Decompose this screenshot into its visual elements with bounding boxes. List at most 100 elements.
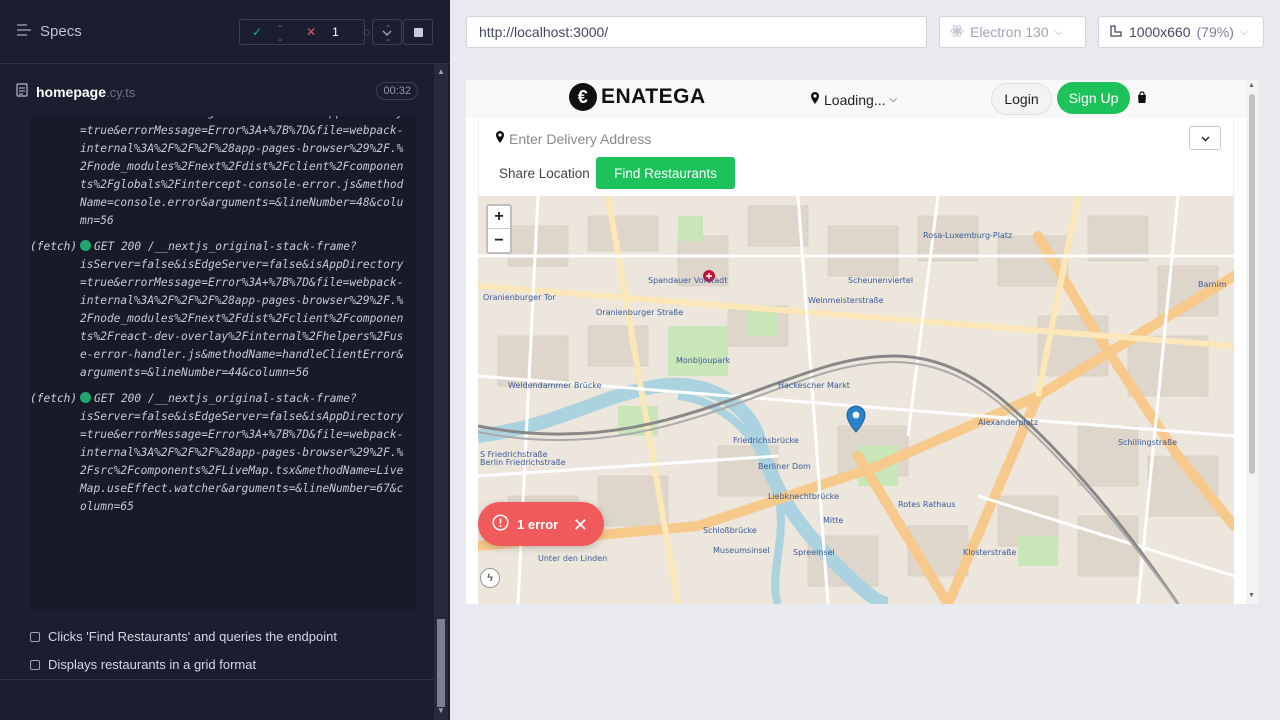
map-label: Spandauer Vorstadt bbox=[648, 276, 728, 285]
brand-name: ENATEGA bbox=[601, 85, 706, 108]
map-label: Hackescher Markt bbox=[778, 381, 850, 390]
map-label: Museumsinsel bbox=[713, 546, 770, 555]
pin-icon bbox=[495, 130, 505, 147]
log-entry[interactable]: isServer=false&isEdgeServer=false&isAppD… bbox=[80, 116, 410, 230]
app-scrollbar[interactable]: ▲ ▼ bbox=[1246, 80, 1258, 604]
specs-title: Specs bbox=[40, 23, 82, 40]
runner-scrollbar[interactable]: ▲ ▼ bbox=[434, 64, 448, 720]
chevron-down-icon bbox=[382, 23, 392, 41]
map-label: Liebknechtbrücke bbox=[768, 492, 840, 501]
test-title: Clicks 'Find Restaurants' and queries th… bbox=[48, 629, 337, 644]
error-badge[interactable]: 1 error ✕ bbox=[478, 502, 604, 546]
find-restaurants-button[interactable]: Find Restaurants bbox=[596, 157, 735, 189]
menu-icon bbox=[16, 23, 32, 41]
map-label: Monbijoupark bbox=[676, 356, 731, 365]
map-label: Weidendammer Brücke bbox=[508, 381, 602, 390]
ruler-icon bbox=[1109, 24, 1123, 41]
map-label: Spreeinsel bbox=[793, 548, 835, 557]
scroll-up-icon[interactable]: ▲ bbox=[436, 67, 446, 77]
specs-toggle[interactable]: Specs bbox=[16, 23, 82, 41]
failed-count: ✕ 1 bbox=[294, 25, 351, 39]
test-item[interactable]: Displays restaurants in a grid format bbox=[30, 657, 256, 672]
viewport-selector[interactable]: 1000x660 (79%) ⌵ bbox=[1098, 16, 1264, 48]
status-dot-icon bbox=[80, 392, 91, 403]
divider bbox=[0, 679, 434, 680]
map-label: Mitte bbox=[823, 516, 844, 525]
login-button[interactable]: Login bbox=[991, 83, 1052, 115]
map-label: Alexanderplatz bbox=[978, 418, 1039, 427]
x-icon: ✕ bbox=[306, 25, 317, 39]
runner-panel: Specs ✓-- ✕1 ◌-- homepage .cy.ts 00:32 i… bbox=[0, 0, 450, 720]
scroll-up-icon[interactable]: ▲ bbox=[1248, 82, 1255, 89]
location-selector[interactable]: Loading... ⌵ bbox=[810, 91, 897, 108]
map-label: Klosterstraße bbox=[963, 548, 1017, 557]
test-item[interactable]: Clicks 'Find Restaurants' and queries th… bbox=[30, 629, 337, 644]
scroll-thumb[interactable] bbox=[1249, 94, 1255, 474]
signup-button[interactable]: Sign Up bbox=[1057, 82, 1130, 114]
command-log: isServer=false&isEdgeServer=false&isAppD… bbox=[30, 116, 416, 610]
chevron-down-icon: ⌵ bbox=[889, 94, 898, 105]
test-title: Displays restaurants in a grid format bbox=[48, 657, 257, 672]
spec-duration: 00:32 bbox=[376, 82, 418, 100]
document-icon bbox=[16, 82, 28, 102]
address-dropdown[interactable] bbox=[1189, 126, 1221, 150]
log-entry[interactable]: (fetch) GET 200 /__nextjs_original-stack-… bbox=[30, 238, 410, 382]
expand-button[interactable] bbox=[372, 19, 402, 45]
delivery-search: Enter Delivery Address Share Location Fi… bbox=[478, 118, 1234, 196]
command-log-list: isServer=false&isEdgeServer=false&isAppD… bbox=[30, 116, 416, 524]
chevron-down-icon: ⌵ bbox=[1239, 26, 1248, 38]
zoom-out-button[interactable]: − bbox=[488, 229, 510, 252]
passed-count: ✓ -- bbox=[240, 18, 294, 46]
map-label: Scheunenviertel bbox=[848, 276, 914, 285]
log-entry-tag: (fetch) bbox=[30, 392, 78, 405]
log-entry-head: (fetch) GET 200 /__nextjs_original-stack-… bbox=[30, 238, 410, 256]
error-count: 1 error bbox=[517, 516, 559, 532]
nextjs-devtools-icon[interactable]: ϟ bbox=[480, 568, 500, 588]
map-label: Rotes Rathaus bbox=[898, 500, 956, 509]
map-label: Schloßbrücke bbox=[703, 526, 757, 535]
browser-selector[interactable]: Electron 130 ⌵ bbox=[939, 16, 1086, 48]
address-input[interactable]: Enter Delivery Address bbox=[495, 130, 651, 147]
zoom-control: + − bbox=[486, 204, 512, 254]
zoom-in-button[interactable]: + bbox=[488, 206, 510, 229]
checkbox-icon bbox=[30, 659, 40, 670]
map-label: Schillingstraße bbox=[1118, 438, 1178, 447]
alert-circle-icon bbox=[492, 514, 509, 534]
aut-panel: http://localhost:3000/ Electron 130 ⌵ 10… bbox=[450, 0, 1280, 720]
spec-file-name: homepage bbox=[36, 84, 107, 100]
map-label: Berlin Friedrichstraße bbox=[480, 458, 566, 467]
app-navbar: € ENATEGA Loading... ⌵ Login Sign Up bbox=[466, 80, 1246, 118]
log-entry-request: GET 200 /__nextjs_original-stack-frame? bbox=[94, 392, 357, 405]
cart-icon[interactable] bbox=[1136, 91, 1150, 105]
share-location-button[interactable]: Share Location bbox=[499, 166, 590, 181]
check-icon: ✓ bbox=[252, 25, 263, 39]
log-entry-request: GET 200 /__nextjs_original-stack-frame? bbox=[94, 240, 357, 253]
live-map[interactable]: Oranienburger Tor Oranienburger Straße Spa… bbox=[478, 196, 1234, 604]
log-entry-url: isServer=false&isEdgeServer=false&isAppD… bbox=[80, 410, 404, 513]
zoom-level: (79%) bbox=[1196, 24, 1234, 40]
map-label: Berliner Dom bbox=[758, 462, 811, 471]
test-stats: ✓ -- ✕ 1 ◌ -- bbox=[239, 18, 390, 46]
log-entry-url: isServer=false&isEdgeServer=false&isAppD… bbox=[80, 116, 404, 227]
log-entry-url: isServer=false&isEdgeServer=false&isAppD… bbox=[80, 258, 404, 379]
close-icon[interactable]: ✕ bbox=[573, 515, 588, 536]
log-entry-head: (fetch) GET 200 /__nextjs_original-stack-… bbox=[30, 390, 410, 408]
scroll-down-icon[interactable]: ▼ bbox=[436, 706, 446, 716]
app-frame: € ENATEGA Loading... ⌵ Login Sign Up Ent… bbox=[466, 80, 1258, 604]
brand-logo[interactable]: € ENATEGA bbox=[569, 83, 706, 111]
viewport-size: 1000x660 bbox=[1129, 24, 1191, 40]
map-label: Oranienburger Straße bbox=[596, 308, 684, 317]
map-label: Rosa-Luxemburg-Platz bbox=[923, 231, 1013, 240]
scroll-down-icon[interactable]: ▼ bbox=[1248, 592, 1255, 599]
checkbox-icon bbox=[30, 631, 40, 642]
chevron-down-icon bbox=[1201, 129, 1210, 147]
map-label: Oranienburger Tor bbox=[483, 293, 556, 302]
electron-icon bbox=[950, 24, 964, 41]
url-bar[interactable]: http://localhost:3000/ bbox=[466, 16, 927, 48]
pin-icon bbox=[810, 91, 820, 108]
stop-button[interactable] bbox=[403, 19, 433, 45]
map-label: Unter den Linden bbox=[538, 554, 608, 563]
scroll-thumb[interactable] bbox=[437, 619, 445, 707]
spec-file-row[interactable]: homepage .cy.ts 00:32 bbox=[16, 76, 418, 108]
log-entry[interactable]: (fetch) GET 200 /__nextjs_original-stack-… bbox=[30, 390, 410, 516]
